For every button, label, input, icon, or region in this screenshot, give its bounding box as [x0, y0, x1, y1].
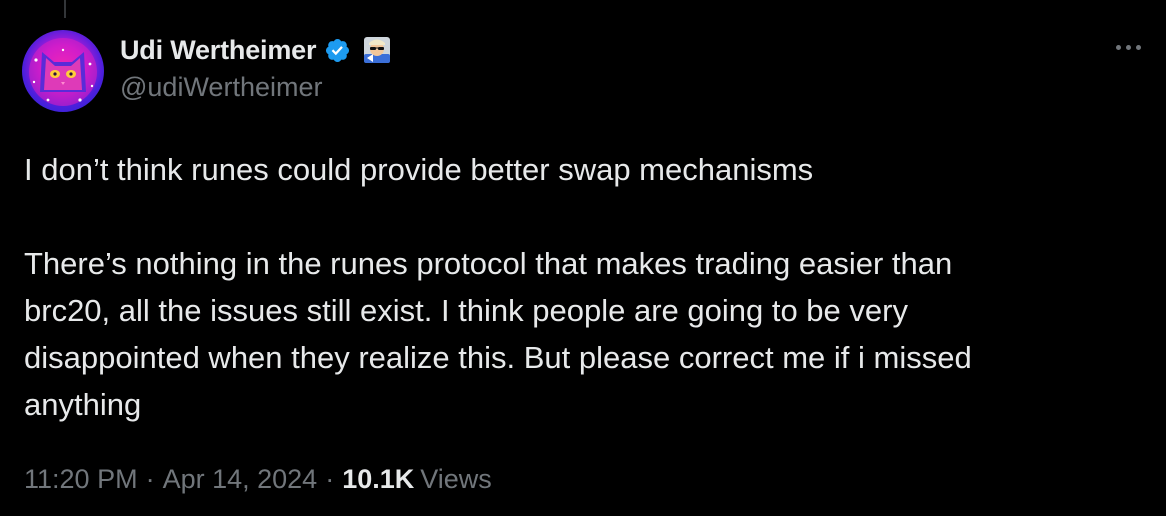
cat-avatar-icon[interactable]	[22, 30, 104, 112]
sunglasses-emoji-badge-icon[interactable]	[361, 34, 393, 66]
tweet-time[interactable]: 11:20 PM	[24, 464, 138, 495]
meta-separator: ·	[145, 464, 155, 494]
tweet: Udi Wertheimer @udiWertheimer I don’t th…	[0, 0, 1166, 516]
more-dot	[1115, 44, 1121, 50]
views-count[interactable]: 10.1K	[342, 464, 414, 495]
thread-connector-line	[64, 0, 66, 18]
author-display-name[interactable]: Udi Wertheimer	[120, 35, 316, 66]
tweet-paragraph-2-line-4: anything	[24, 387, 142, 422]
author-handle[interactable]: @udiWertheimer	[120, 72, 393, 103]
tweet-header: Udi Wertheimer @udiWertheimer	[120, 30, 393, 103]
tweet-paragraph-1: I don’t think runes could provide better…	[24, 152, 814, 187]
more-dot	[1135, 44, 1141, 50]
tweet-date[interactable]: Apr 14, 2024	[163, 464, 318, 495]
tweet-text: I don’t think runes could provide better…	[24, 146, 1134, 428]
tweet-meta: 11:20 PM · Apr 14, 2024 · 10.1K Views	[24, 464, 492, 495]
tweet-paragraph-2-line-2: brc20, all the issues still exist. I thi…	[24, 293, 908, 328]
name-row: Udi Wertheimer	[120, 30, 393, 70]
meta-separator: ·	[325, 464, 335, 494]
more-options-icon[interactable]	[1108, 32, 1148, 62]
tweet-paragraph-2-line-1: There’s nothing in the runes protocol th…	[24, 246, 953, 281]
views-label: Views	[420, 464, 492, 494]
verified-badge-icon[interactable]	[324, 37, 351, 64]
more-dot	[1125, 44, 1131, 50]
tweet-paragraph-2-line-3: disappointed when they realize this. But…	[24, 340, 972, 375]
